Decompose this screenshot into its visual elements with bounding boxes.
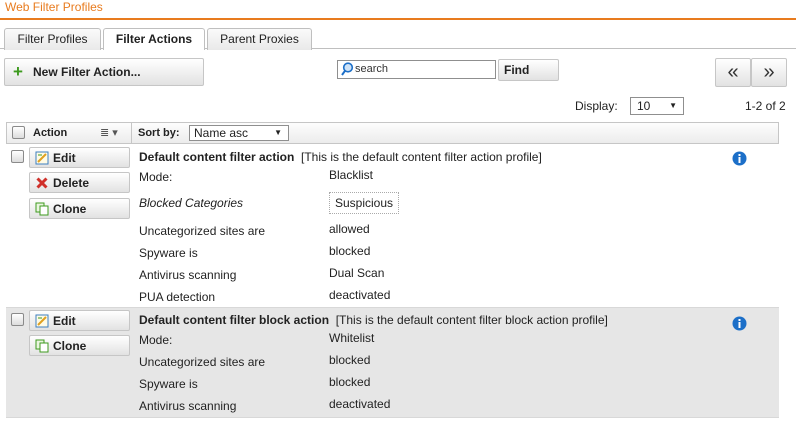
new-filter-action-label: New Filter Action...: [33, 65, 141, 79]
tab-parent-proxies[interactable]: Parent Proxies: [207, 28, 312, 50]
edit-button[interactable]: Edit: [29, 147, 130, 168]
info-icon[interactable]: [732, 316, 747, 331]
sort-by-label: Sort by:: [138, 127, 180, 139]
display-label: Display:: [575, 99, 618, 113]
uncategorized-value: blocked: [329, 353, 371, 367]
column-menu-icon[interactable]: ≣ ▾: [100, 126, 118, 139]
profile-name: Default content filter action: [139, 150, 295, 164]
mode-value: Whitelist: [329, 331, 375, 345]
mode-label: Mode:: [139, 333, 173, 347]
delete-button[interactable]: Delete: [29, 172, 130, 193]
search-placeholder: search: [355, 63, 389, 75]
select-all-checkbox[interactable]: [12, 126, 25, 139]
paging-info: 1-2 of 2: [745, 99, 786, 113]
profile-title[interactable]: Default content filter block action [Thi…: [139, 313, 608, 327]
tab-filter-profiles[interactable]: Filter Profiles: [4, 28, 101, 50]
dropdown-arrow-icon: ▼: [669, 101, 677, 110]
antivirus-value: deactivated: [329, 397, 391, 411]
mode-label: Mode:: [139, 170, 173, 184]
dropdown-arrow-icon: ▼: [274, 128, 282, 137]
blocked-category-tag: Suspicious: [329, 192, 400, 214]
antivirus-label: Antivirus scanning: [139, 399, 237, 413]
tab-bar: Filter Profiles Filter Actions Parent Pr…: [0, 28, 796, 50]
antivirus-label: Antivirus scanning: [139, 268, 237, 282]
sort-by-value: Name asc: [194, 126, 249, 140]
edit-icon: [35, 151, 49, 165]
display-count-value: 10: [637, 99, 651, 113]
profile-title[interactable]: Default content filter action [This is t…: [139, 150, 542, 164]
table-row: Edit Clone Default content filter block …: [6, 308, 779, 418]
spyware-label: Spyware is: [139, 377, 198, 391]
plus-icon: +: [13, 62, 23, 81]
delete-icon: [36, 177, 48, 189]
info-icon[interactable]: [732, 151, 747, 166]
page-title: Web Filter Profiles: [5, 0, 103, 14]
clone-button[interactable]: Clone: [29, 198, 130, 219]
edit-icon: [35, 314, 49, 328]
previous-page-button[interactable]: «: [715, 58, 751, 87]
clone-label: Clone: [53, 202, 87, 216]
pua-value: deactivated: [329, 288, 391, 302]
mode-value: Blacklist: [329, 168, 374, 182]
column-divider: [131, 123, 132, 143]
pua-label: PUA detection: [139, 290, 216, 304]
spyware-value: blocked: [329, 375, 371, 389]
edit-label: Edit: [53, 151, 76, 165]
tab-filter-actions[interactable]: Filter Actions: [103, 28, 205, 50]
spyware-label: Spyware is: [139, 246, 198, 260]
search-icon: [341, 62, 354, 76]
blocked-categories-label: Blocked Categories: [139, 196, 244, 210]
spyware-value: blocked: [329, 244, 371, 258]
uncategorized-label: Uncategorized sites are: [139, 224, 266, 238]
clone-icon: [35, 339, 49, 353]
find-label: Find: [504, 63, 530, 77]
clone-button[interactable]: Clone: [29, 335, 130, 356]
profile-comment: [This is the default content filter acti…: [301, 150, 542, 164]
table-row: Edit Delete Clone Default content filter…: [6, 144, 779, 308]
uncategorized-label: Uncategorized sites are: [139, 355, 266, 369]
antivirus-value: Dual Scan: [329, 266, 385, 280]
page-header: Web Filter Profiles: [0, 0, 796, 20]
display-count-select[interactable]: 10 ▼: [630, 97, 684, 115]
delete-label: Delete: [53, 176, 90, 190]
edit-label: Edit: [53, 314, 76, 328]
uncategorized-value: allowed: [329, 222, 370, 236]
new-filter-action-button[interactable]: + New Filter Action...: [4, 58, 204, 86]
row-checkbox[interactable]: [11, 313, 24, 326]
sort-by-select[interactable]: Name asc ▼: [189, 125, 289, 141]
clone-icon: [35, 202, 49, 216]
clone-label: Clone: [53, 339, 87, 353]
action-column-header: Action: [33, 127, 68, 139]
search-input[interactable]: search: [337, 60, 496, 79]
find-button[interactable]: Find: [498, 59, 559, 81]
next-page-button[interactable]: »: [751, 58, 787, 87]
profile-name: Default content filter block action: [139, 313, 330, 327]
edit-button[interactable]: Edit: [29, 310, 130, 331]
row-checkbox[interactable]: [11, 150, 24, 163]
profile-comment: [This is the default content filter bloc…: [335, 313, 608, 327]
grid-header: Action ≣ ▾ Sort by: Name asc ▼: [6, 122, 779, 144]
